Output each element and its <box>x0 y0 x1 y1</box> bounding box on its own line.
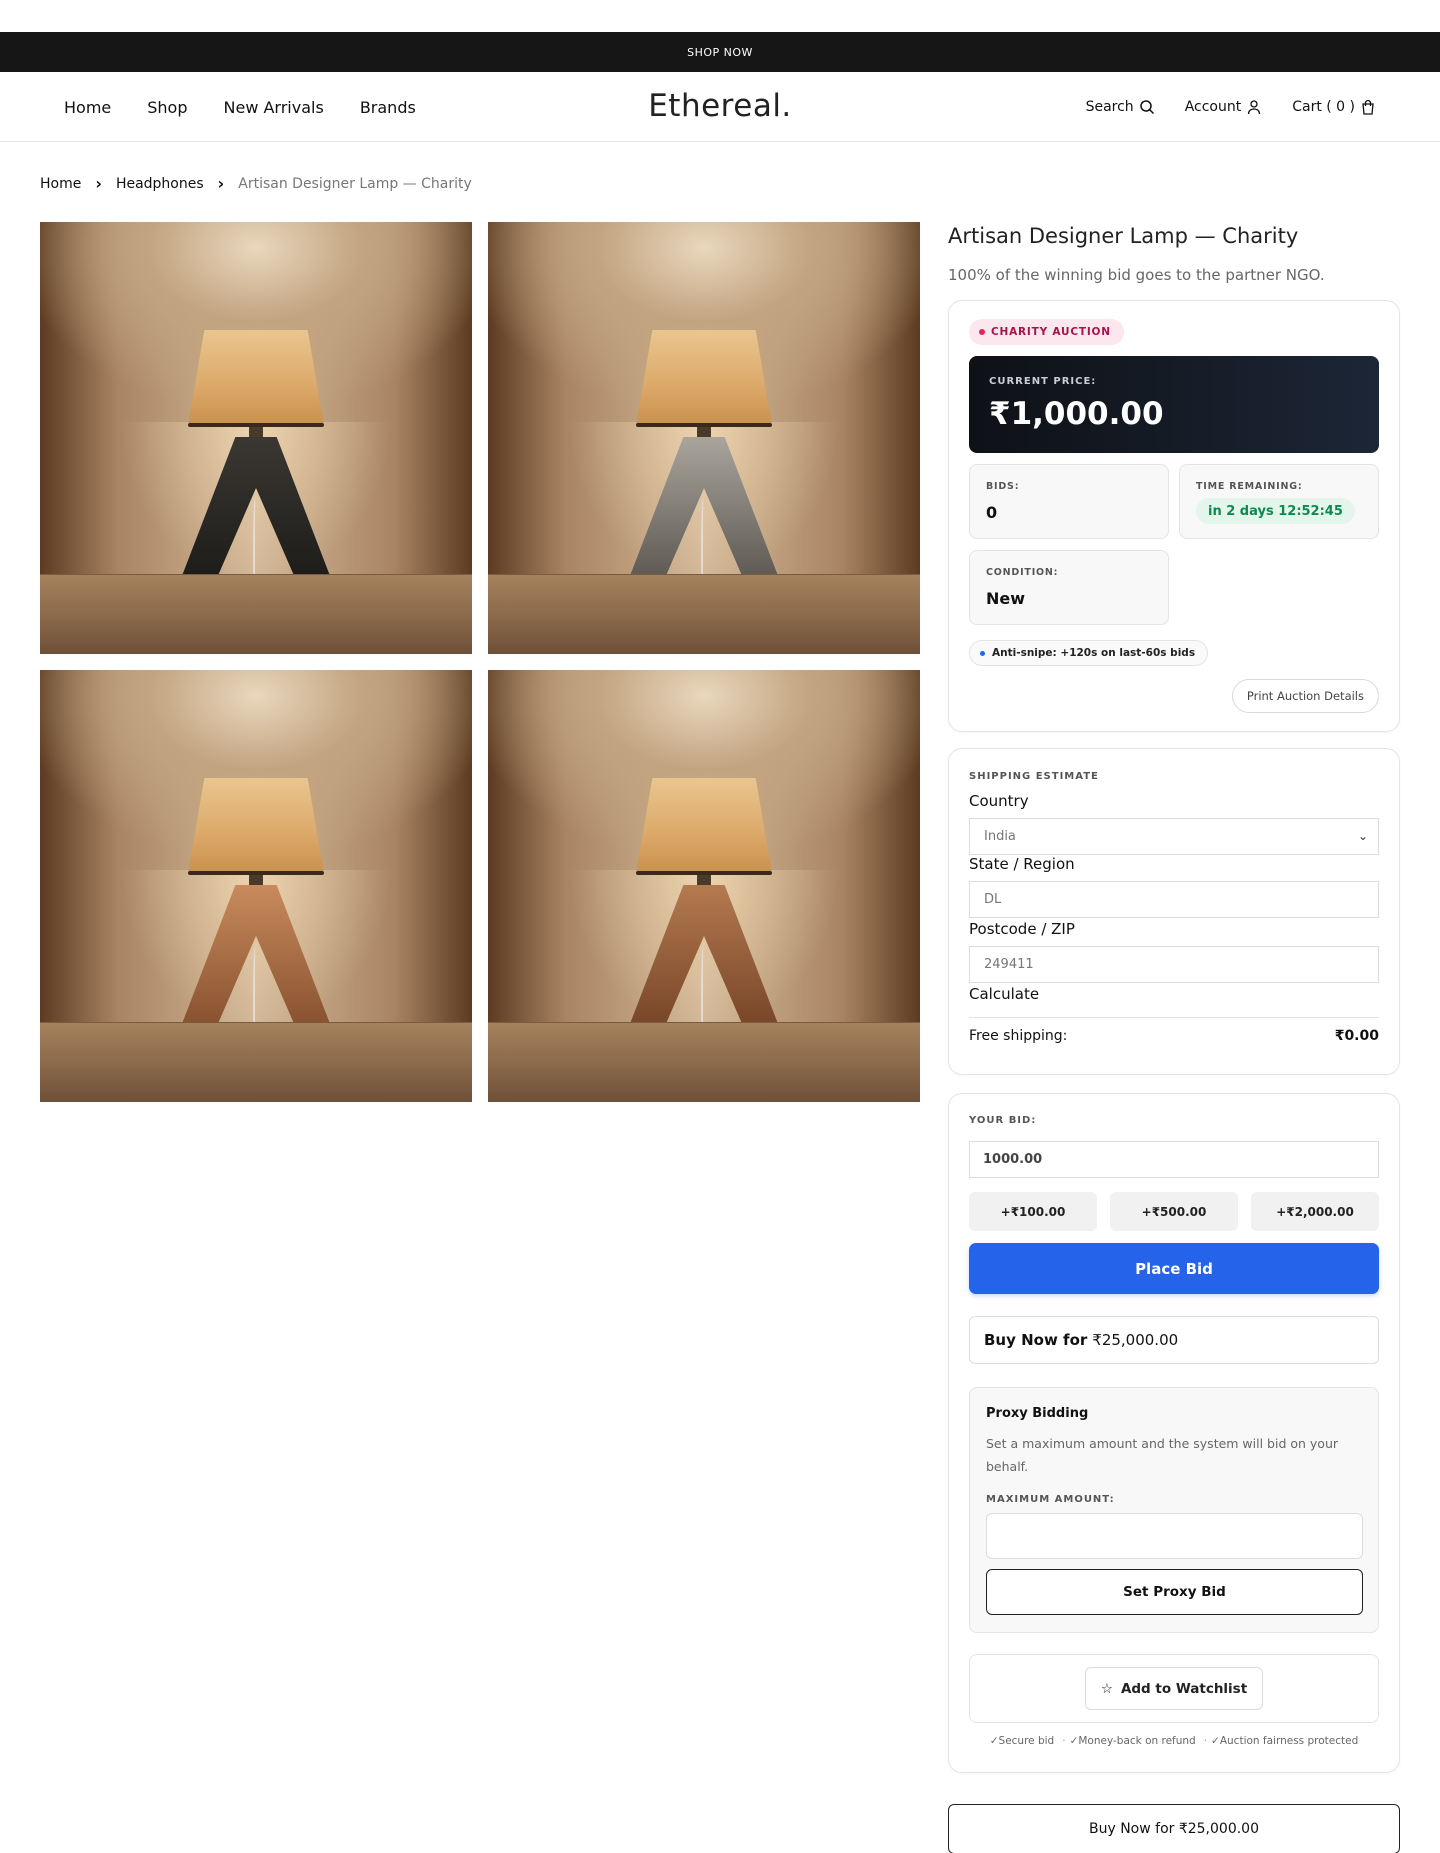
chevron-right-icon: › <box>95 174 102 193</box>
time-remaining-box: TIME REMAINING: in 2 days 12:52:45 <box>1179 464 1379 539</box>
time-remaining-value: in 2 days 12:52:45 <box>1196 498 1355 524</box>
product-image-3[interactable] <box>40 670 472 1102</box>
state-label: State / Region <box>969 855 1075 873</box>
watchlist-panel: ☆ Add to Watchlist <box>969 1654 1379 1723</box>
increment-100-button[interactable]: +₹100.00 <box>969 1192 1097 1231</box>
trust-item: ✓Money-back on refund <box>1062 1735 1196 1747</box>
bidding-card: YOUR BID: 1000.00 +₹100.00 +₹500.00 +₹2,… <box>948 1093 1400 1773</box>
bids-label: BIDS: <box>986 481 1020 492</box>
product-gallery <box>40 222 920 1102</box>
state-placeholder: DL <box>984 892 1002 907</box>
country-label: Country <box>969 792 1029 810</box>
print-auction-button[interactable]: Print Auction Details <box>1231 679 1379 713</box>
breadcrumb-category[interactable]: Headphones <box>116 176 204 192</box>
bid-amount-input[interactable]: 1000.00 <box>969 1141 1379 1178</box>
condition-box: CONDITION: New <box>969 550 1169 625</box>
country-select[interactable]: India ⌄ <box>969 818 1379 855</box>
search-button[interactable]: Search <box>1086 99 1155 115</box>
breadcrumb: Home › Headphones › Artisan Designer Lam… <box>40 174 472 193</box>
product-info: Artisan Designer Lamp — Charity 100% of … <box>948 222 1400 284</box>
breadcrumb-current: Artisan Designer Lamp — Charity <box>238 175 472 192</box>
announcement-text[interactable]: SHOP NOW <box>687 46 753 59</box>
product-image-4[interactable] <box>488 670 920 1102</box>
nav-brands[interactable]: Brands <box>360 98 416 117</box>
max-amount-label: MAXIMUM AMOUNT: <box>986 1494 1115 1505</box>
user-icon <box>1248 100 1261 115</box>
condition-value: New <box>986 589 1026 608</box>
postcode-input[interactable]: 249411 <box>969 946 1379 983</box>
shipping-result-value: ₹0.00 <box>1334 1028 1379 1044</box>
search-label: Search <box>1085 99 1134 115</box>
buy-now-button[interactable]: Buy Now for ₹25,000.00 <box>969 1316 1379 1364</box>
proxy-title: Proxy Bidding <box>986 1406 1089 1421</box>
postcode-label: Postcode / ZIP <box>969 920 1075 938</box>
condition-label: CONDITION: <box>986 567 1059 578</box>
search-icon <box>1139 100 1154 115</box>
country-value: India <box>984 829 1016 844</box>
charity-badge: CHARITY AUCTION <box>969 319 1124 345</box>
calculate-shipping-button[interactable]: Calculate <box>969 985 1039 1003</box>
product-subtitle: 100% of the winning bid goes to the part… <box>948 266 1325 284</box>
divider <box>969 1017 1379 1018</box>
buy-now-prefix: Buy Now for <box>984 1331 1088 1349</box>
state-input[interactable]: DL <box>969 881 1379 918</box>
bag-icon <box>1362 99 1374 115</box>
main-nav: Home Shop New Arrivals Brands <box>64 72 416 142</box>
your-bid-label: YOUR BID: <box>969 1115 1037 1126</box>
nav-new-arrivals[interactable]: New Arrivals <box>224 98 324 117</box>
sticky-buy-now-button[interactable]: Buy Now for ₹25,000.00 <box>948 1804 1400 1853</box>
shipping-result: Free shipping: ₹0.00 <box>969 1028 1379 1044</box>
account-label: Account <box>1184 99 1242 115</box>
current-price-box: CURRENT PRICE: ₹1,000.00 <box>969 356 1379 453</box>
increment-500-button[interactable]: +₹500.00 <box>1110 1192 1238 1231</box>
product-image-1[interactable] <box>40 222 472 654</box>
set-proxy-bid-button[interactable]: Set Proxy Bid <box>986 1569 1363 1615</box>
nav-shop[interactable]: Shop <box>147 98 187 117</box>
breadcrumb-home[interactable]: Home <box>40 176 81 192</box>
product-image-2[interactable] <box>488 222 920 654</box>
watchlist-label: Add to Watchlist <box>1120 1680 1248 1697</box>
cart-button[interactable]: Cart ( 0 ) <box>1292 99 1376 115</box>
shipping-result-label: Free shipping: <box>969 1028 1068 1044</box>
bid-amount-value: 1000.00 <box>983 1152 1043 1167</box>
proxy-bidding-panel: Proxy Bidding Set a maximum amount and t… <box>969 1387 1379 1633</box>
current-price-label: CURRENT PRICE: <box>989 376 1097 387</box>
chevron-down-icon: ⌄ <box>1357 829 1368 843</box>
buy-now-price: ₹25,000.00 <box>1092 1331 1179 1349</box>
product-title: Artisan Designer Lamp — Charity <box>948 224 1299 248</box>
header-actions: Search Account Cart ( 0 ) <box>1086 72 1376 142</box>
nav-home[interactable]: Home <box>64 98 111 117</box>
cart-label: Cart ( 0 ) <box>1292 99 1355 115</box>
bids-box: BIDS: 0 <box>969 464 1169 539</box>
max-amount-input[interactable] <box>986 1513 1363 1559</box>
place-bid-button[interactable]: Place Bid <box>969 1243 1379 1294</box>
account-button[interactable]: Account <box>1185 99 1263 115</box>
chevron-right-icon: › <box>217 174 225 193</box>
trust-badges: ✓Secure bid ✓Money-back on refund ✓Aucti… <box>969 1735 1379 1747</box>
time-remaining-label: TIME REMAINING: <box>1196 481 1303 492</box>
postcode-placeholder: 249411 <box>984 957 1034 972</box>
proxy-description: Set a maximum amount and the system will… <box>986 1436 1339 1474</box>
shipping-estimate-card: SHIPPING ESTIMATE Country India ⌄ State … <box>948 748 1400 1075</box>
trust-item: ✓Auction fairness protected <box>1204 1735 1358 1747</box>
trust-item: ✓Secure bid <box>989 1735 1055 1747</box>
add-to-watchlist-button[interactable]: ☆ Add to Watchlist <box>1085 1667 1263 1710</box>
site-header: Home Shop New Arrivals Brands Ethereal. … <box>0 72 1440 142</box>
increment-2000-button[interactable]: +₹2,000.00 <box>1251 1192 1379 1231</box>
auction-summary-card: CHARITY AUCTION CURRENT PRICE: ₹1,000.00… <box>948 300 1400 732</box>
anti-snipe-badge: Anti-snipe: +120s on last-60s bids <box>969 640 1209 666</box>
star-icon: ☆ <box>1100 1680 1113 1697</box>
shipping-section-label: SHIPPING ESTIMATE <box>969 771 1099 782</box>
current-price-value: ₹1,000.00 <box>989 396 1164 432</box>
bids-value: 0 <box>986 503 998 522</box>
announcement-bar[interactable]: SHOP NOW <box>0 32 1440 72</box>
